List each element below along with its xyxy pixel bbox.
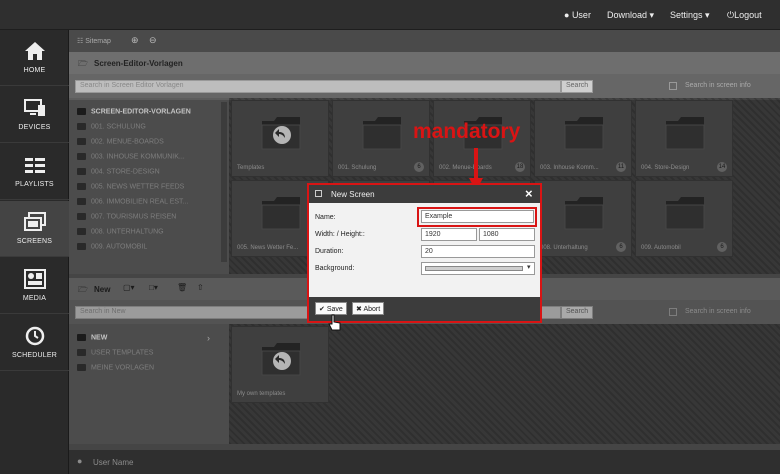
zoom-out-icon[interactable]: ⊖ (149, 35, 157, 46)
zoom-in-icon[interactable]: ⊕ (131, 35, 139, 46)
search-info-label: Search in screen info (685, 82, 751, 89)
panel-screen-editor-header: 🗁 Screen-Editor-Vorlagen (69, 52, 780, 74)
toolbar: ☷ Sitemap ⊕ ⊖ (69, 30, 780, 52)
nav-playlists[interactable]: PLAYLISTS (0, 144, 69, 200)
download-menu[interactable]: Download ▾ (607, 10, 654, 21)
caret-down-icon: ▾ (527, 264, 531, 271)
panel-search-bar: Search in Screen Editor Vorlagen Search … (69, 74, 780, 98)
color-swatch (425, 266, 523, 271)
folder-open-icon: 🗁 (78, 59, 88, 68)
top-bar: ● User Download ▾ Settings ▾ ⏻Logout (0, 0, 780, 30)
background-color-select[interactable]: ▾ (421, 262, 535, 275)
sitemap-link[interactable]: ☷ Sitemap (77, 37, 111, 45)
search-button[interactable]: Search (561, 80, 594, 93)
nav-devices-label: DEVICES (18, 124, 51, 131)
nav-screens[interactable]: SCREENS (0, 201, 69, 257)
search-input[interactable]: Search in Screen Editor Vorlagen (75, 80, 561, 93)
name-input[interactable]: Example (421, 210, 534, 223)
sitemap-icon: ☷ (77, 38, 84, 45)
cross-icon: ✖ (356, 306, 362, 313)
annotation-label: mandatory (413, 120, 521, 143)
nav-media[interactable]: MEDIA (0, 258, 69, 314)
save-label: Save (326, 306, 343, 313)
nav-media-label: MEDIA (22, 295, 47, 302)
settings-label: Settings (670, 10, 703, 20)
user-menu[interactable]: ● User (564, 10, 591, 20)
nav-scheduler[interactable]: SCHEDULER (0, 315, 69, 371)
name-label: Name: (315, 214, 336, 221)
nav-screens-label: SCREENS (16, 238, 53, 245)
caret-down-icon: ▾ (649, 10, 655, 20)
nav-home-label: HOME (23, 67, 46, 74)
new-screen-dialog: New Screen × Name: Example Width: / Heig… (307, 183, 542, 323)
check-icon: ✔ (319, 306, 325, 313)
nav-scheduler-label: SCHEDULER (12, 352, 57, 359)
scheduler-icon (25, 326, 45, 346)
devices-icon (24, 99, 45, 116)
search-info-checkbox[interactable] (669, 82, 677, 90)
user-label: User (571, 10, 591, 20)
nav-playlists-label: PLAYLISTS (15, 181, 54, 188)
window-icon (315, 190, 322, 197)
logout-label: Logout (734, 10, 762, 20)
hand-cursor-icon (328, 314, 341, 331)
close-icon[interactable]: × (525, 186, 533, 201)
settings-menu[interactable]: Settings ▾ (670, 10, 710, 21)
sitemap-label: Sitemap (85, 38, 111, 45)
sidebar: HOME DEVICES PLAYLISTS SCREENS MEDIA SCH… (0, 30, 69, 474)
playlists-icon (25, 158, 45, 173)
dialog-header: New Screen × (309, 185, 540, 203)
dialog-title: New Screen (331, 190, 375, 199)
screens-icon (24, 212, 46, 231)
home-icon (25, 42, 45, 60)
caret-down-icon: ▾ (705, 10, 710, 20)
logout-button[interactable]: ⏻Logout (727, 10, 762, 21)
dialog-footer: ✔ Save ✖ Abort (309, 297, 540, 321)
nav-home[interactable]: HOME (0, 30, 69, 86)
duration-label: Duration: (315, 248, 344, 255)
abort-label: Abort (363, 306, 381, 313)
panel-title: Screen-Editor-Vorlagen (94, 59, 183, 68)
abort-button[interactable]: ✖ Abort (352, 302, 385, 315)
size-label: Width: / Height:: (315, 231, 365, 238)
width-input[interactable]: 1920 (421, 228, 477, 241)
media-icon (24, 269, 46, 289)
background-label: Background: (315, 265, 355, 272)
nav-devices[interactable]: DEVICES (0, 87, 69, 143)
duration-input[interactable]: 20 (421, 245, 535, 258)
download-label: Download (607, 10, 648, 20)
height-input[interactable]: 1080 (479, 228, 535, 241)
